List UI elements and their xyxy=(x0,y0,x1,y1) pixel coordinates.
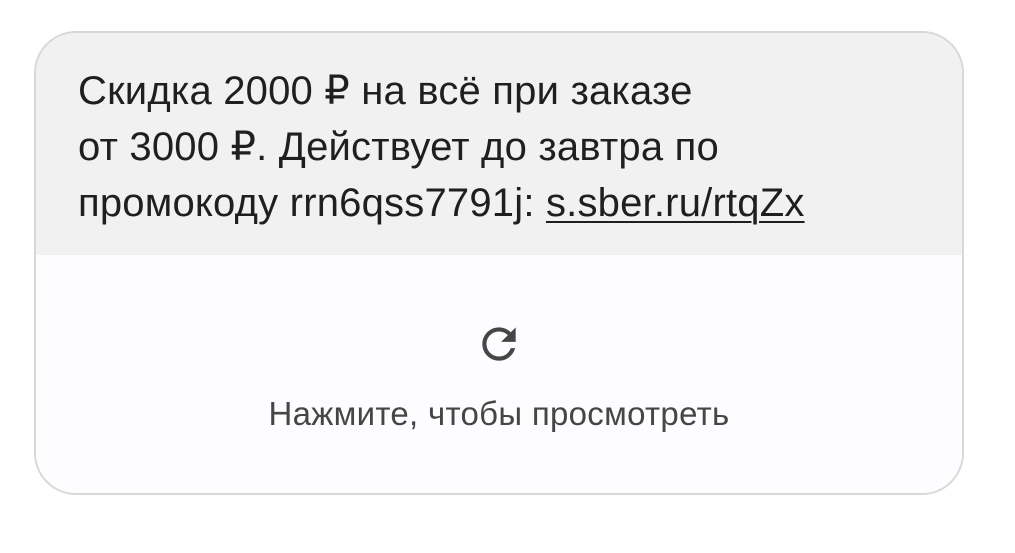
link-preview-button[interactable]: Нажмите, чтобы просмотреть xyxy=(36,255,962,493)
message-line-2: от 3000 ₽. Действует до завтра по xyxy=(78,125,719,169)
promo-code-text: промокоду rrn6qss7791j: xyxy=(78,181,546,225)
message-text: Скидка 2000 ₽ на всё при заказе от 3000 … xyxy=(78,63,908,231)
message-link[interactable]: s.sber.ru/rtqZx xyxy=(546,181,805,225)
tap-to-view-label: Нажмите, чтобы просмотреть xyxy=(268,395,730,432)
refresh-icon[interactable] xyxy=(474,319,524,369)
message-body: Скидка 2000 ₽ на всё при заказе от 3000 … xyxy=(36,33,962,255)
message-line-1: Скидка 2000 ₽ на всё при заказе xyxy=(78,69,693,113)
message-line-3: промокоду rrn6qss7791j: s.sber.ru/rtqZx xyxy=(78,175,908,231)
message-bubble: Скидка 2000 ₽ на всё при заказе от 3000 … xyxy=(34,31,964,495)
